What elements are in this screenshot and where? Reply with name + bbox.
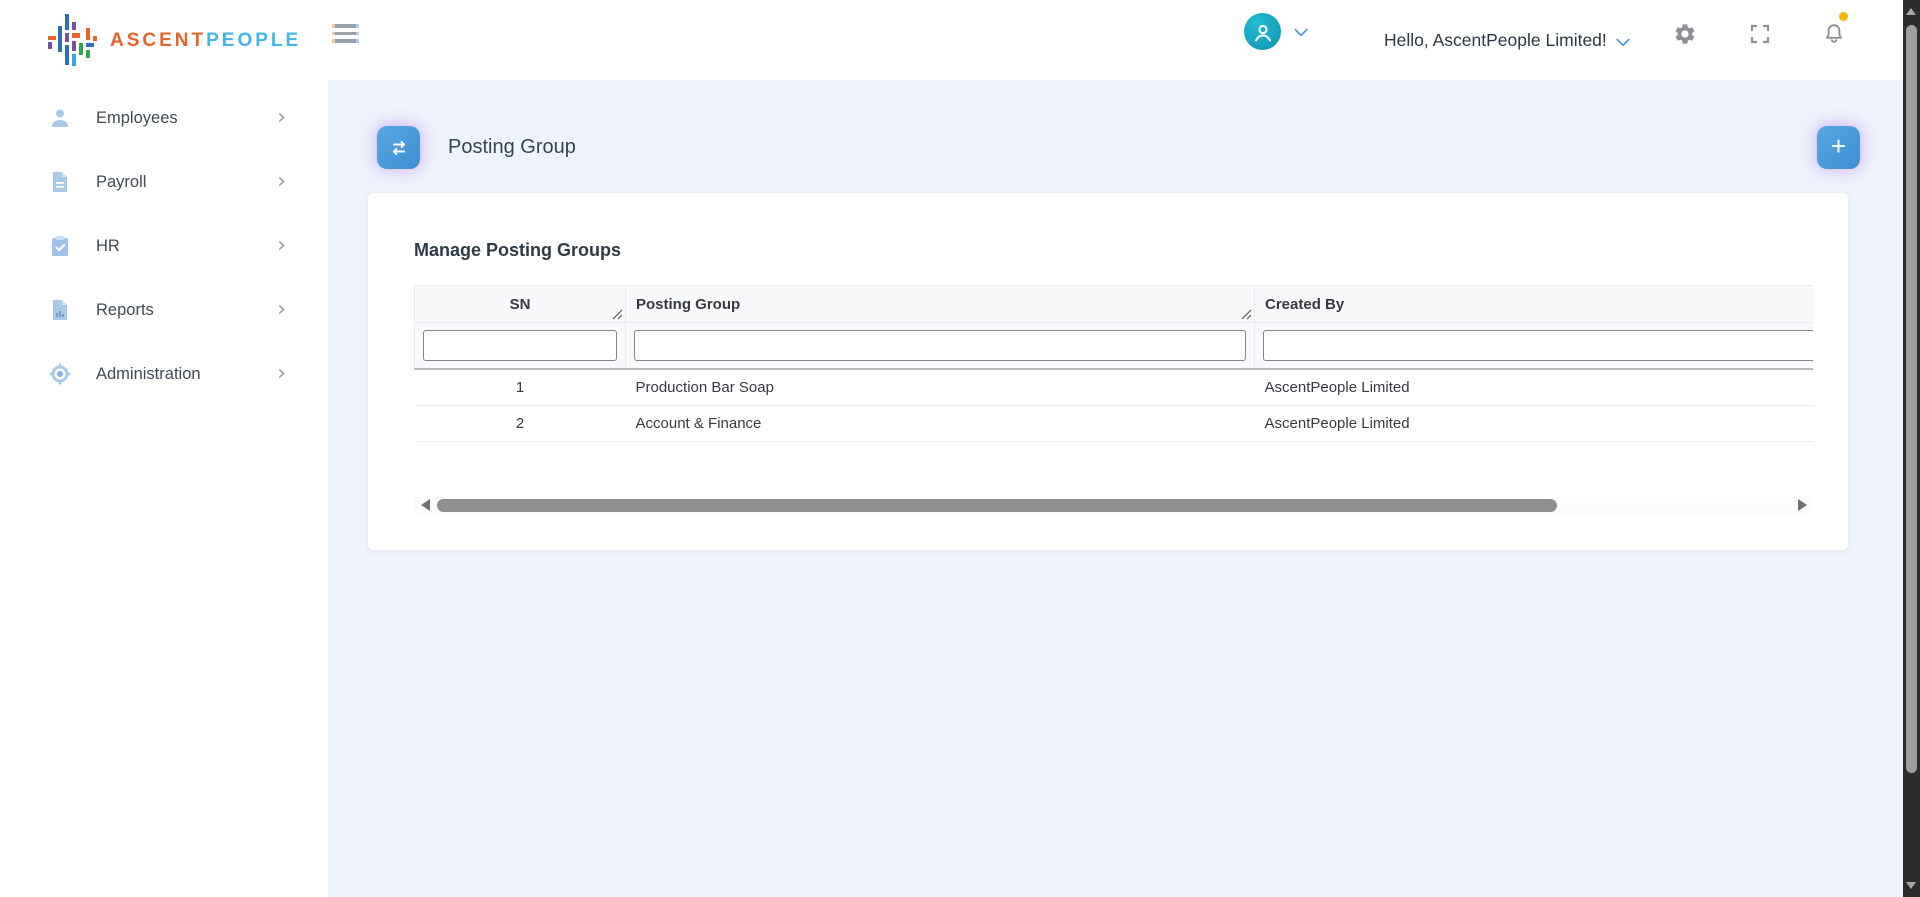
- column-header-posting-group[interactable]: Posting Group: [626, 286, 1255, 323]
- chevron-right-icon: ›: [277, 107, 286, 129]
- posting-groups-table-wrapper: SN Posting Group: [414, 285, 1813, 442]
- table-header-row: SN Posting Group: [415, 286, 1814, 323]
- report-chart-icon: [48, 298, 72, 322]
- chevron-right-icon: ›: [277, 171, 286, 193]
- greeting-text: Hello, AscentPeople Limited!: [1384, 30, 1607, 51]
- filter-cell-sn: [415, 323, 626, 370]
- user-avatar[interactable]: [1244, 13, 1281, 50]
- sidebar-item-administration[interactable]: Administration ›: [0, 342, 328, 406]
- cell-posting-group: Production Bar Soap: [626, 369, 1255, 405]
- avatar-dropdown-chevron-icon[interactable]: [1291, 22, 1311, 42]
- menu-hamburger-icon[interactable]: [332, 24, 359, 47]
- sidebar-item-reports[interactable]: Reports ›: [0, 278, 328, 342]
- brand-logo[interactable]: ASCENTPEOPLE: [0, 0, 328, 72]
- column-header-label: Posting Group: [636, 296, 740, 313]
- column-header-sn[interactable]: SN: [415, 286, 626, 323]
- notification-dot: [1839, 12, 1848, 21]
- filter-input-posting-group[interactable]: [634, 330, 1246, 361]
- posting-groups-card: Manage Posting Groups SN Po: [367, 192, 1849, 551]
- chevron-right-icon: ›: [277, 363, 286, 385]
- page-header: Posting Group +: [377, 126, 1860, 169]
- sidebar-item-label: HR: [96, 237, 120, 256]
- brand-logo-mark-icon: [46, 10, 98, 72]
- vertical-scroll-thumb[interactable]: [1906, 25, 1917, 773]
- notifications-bell-icon[interactable]: [1822, 22, 1846, 46]
- page-title: Posting Group: [448, 136, 576, 159]
- column-resize-grip-icon[interactable]: [1241, 309, 1252, 320]
- topbar: Hello, AscentPeople Limited!: [328, 0, 1903, 80]
- add-posting-group-button[interactable]: +: [1817, 126, 1860, 169]
- column-header-label: SN: [510, 296, 531, 313]
- brand-wordmark-primary: ASCENT: [110, 30, 206, 51]
- horizontal-scroll-thumb[interactable]: [437, 499, 1557, 512]
- target-icon: [48, 362, 72, 386]
- table-row[interactable]: 1 Production Bar Soap AscentPeople Limit…: [415, 369, 1814, 405]
- sidebar-item-employees[interactable]: Employees ›: [0, 86, 328, 150]
- table-row[interactable]: 2 Account & Finance AscentPeople Limited: [415, 405, 1814, 441]
- person-icon: [48, 106, 72, 130]
- scroll-right-arrow-icon[interactable]: [1798, 499, 1807, 511]
- sidebar-item-label: Employees: [96, 109, 178, 128]
- filter-cell-created-by: [1255, 323, 1814, 370]
- sidebar: ASCENTPEOPLE Employees › Payroll ›: [0, 0, 328, 897]
- column-resize-grip-icon[interactable]: [612, 309, 623, 320]
- sidebar-item-hr[interactable]: HR ›: [0, 214, 328, 278]
- account-dropdown-chevron-icon: [1613, 32, 1633, 52]
- account-menu[interactable]: Hello, AscentPeople Limited!: [1384, 0, 1633, 80]
- filter-input-created-by[interactable]: [1263, 330, 1813, 361]
- chevron-right-icon: ›: [277, 235, 286, 257]
- fullscreen-icon[interactable]: [1748, 22, 1772, 46]
- scroll-up-arrow-icon[interactable]: [1906, 8, 1916, 15]
- cell-created-by: AscentPeople Limited: [1255, 405, 1814, 441]
- sidebar-item-label: Administration: [96, 365, 201, 384]
- swap-module-button[interactable]: [377, 126, 420, 169]
- filter-input-sn[interactable]: [423, 330, 617, 361]
- brand-wordmark: ASCENTPEOPLE: [110, 30, 301, 52]
- clipboard-check-icon: [48, 234, 72, 258]
- sidebar-item-label: Reports: [96, 301, 154, 320]
- column-header-created-by[interactable]: Created By: [1255, 286, 1814, 323]
- sidebar-nav: Employees › Payroll › HR ›: [0, 86, 328, 406]
- scroll-down-arrow-icon[interactable]: [1906, 882, 1916, 889]
- settings-gear-icon[interactable]: [1673, 22, 1697, 46]
- document-icon: [48, 170, 72, 194]
- table-horizontal-scrollbar[interactable]: [414, 497, 1813, 514]
- column-header-label: Created By: [1265, 296, 1344, 313]
- cell-posting-group: Account & Finance: [626, 405, 1255, 441]
- avatar-person-icon: [1251, 20, 1275, 44]
- scroll-left-arrow-icon[interactable]: [421, 499, 430, 511]
- filter-cell-posting-group: [626, 323, 1255, 370]
- content-area: Posting Group + Manage Posting Groups SN: [328, 80, 1903, 897]
- cell-sn: 2: [415, 405, 626, 441]
- cell-created-by: AscentPeople Limited: [1255, 369, 1814, 405]
- brand-wordmark-secondary: PEOPLE: [206, 30, 301, 51]
- chevron-right-icon: ›: [277, 299, 286, 321]
- sidebar-item-payroll[interactable]: Payroll ›: [0, 150, 328, 214]
- horizontal-scroll-track[interactable]: [430, 497, 1798, 514]
- cell-sn: 1: [415, 369, 626, 405]
- browser-vertical-scrollbar[interactable]: [1903, 0, 1920, 897]
- posting-groups-table: SN Posting Group: [414, 285, 1813, 442]
- card-heading: Manage Posting Groups: [414, 240, 1815, 261]
- swap-arrows-icon: [388, 137, 410, 159]
- table-filter-row: [415, 323, 1814, 370]
- sidebar-item-label: Payroll: [96, 173, 146, 192]
